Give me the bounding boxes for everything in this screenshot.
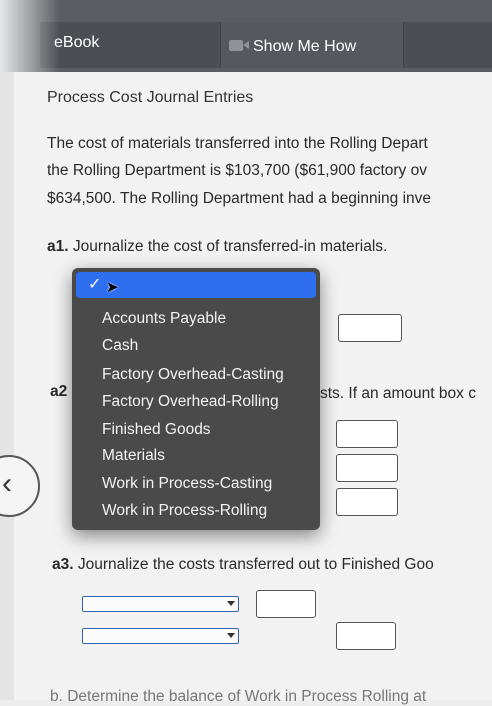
screen-glare [0,0,60,72]
menu-item-selected-blank[interactable]: ✓ ➤ [76,272,316,298]
question-a1: a1. Journalize the cost of transferred-i… [47,238,387,256]
problem-text-line-3: $634,500. The Rolling Department had a b… [47,190,432,207]
chevron-left-icon[interactable]: ‹ [2,467,12,501]
a1-amount-box[interactable] [338,314,402,342]
question-a2-text: sts. If an amount box c [320,385,476,402]
a2-amount-box-3[interactable] [336,488,398,516]
ebook-label[interactable]: eBook [54,34,99,52]
problem-text-line-2: the Rolling Department is $103,700 ($61,… [47,162,427,179]
menu-item-factory-overhead-rolling[interactable]: Factory Overhead-Rolling [102,393,279,411]
menu-item-wip-casting[interactable]: Work in Process-Casting [102,475,272,493]
mouse-pointer-icon: ➤ [106,279,119,296]
video-icon [229,40,249,51]
question-a1-number: a1. [47,238,69,255]
menu-item-accounts-payable[interactable]: Accounts Payable [102,310,226,328]
account-dropdown-menu[interactable]: ✓ ➤ Accounts Payable Cash Factory Overhe… [72,268,320,530]
left-rail [0,72,14,700]
question-b-text: b. Determine the balance of Work in Proc… [50,688,427,705]
chevron-down-icon [227,633,235,638]
a2-amount-box-1[interactable] [336,420,398,448]
menu-item-cash[interactable]: Cash [102,337,138,355]
a3-amount-box-2[interactable] [336,622,396,650]
page-title: Process Cost Journal Entries [47,89,254,106]
a3-account-dropdown-2[interactable] [82,628,239,644]
a3-amount-box-1[interactable] [256,590,316,618]
menu-item-factory-overhead-casting[interactable]: Factory Overhead-Casting [102,366,284,384]
problem-text-line-1: The cost of materials transferred into t… [47,135,428,152]
checkmark-icon: ✓ [88,276,102,293]
question-a1-text: Journalize the cost of transferred-in ma… [72,238,388,255]
menu-item-materials[interactable]: Materials [102,447,165,465]
a2-amount-box-2[interactable] [336,454,398,482]
toolbar-blank-tab [404,22,492,68]
question-a3-text: Journalize the costs transferred out to … [77,556,434,573]
a3-account-dropdown-1[interactable] [82,596,239,612]
show-me-how-label[interactable]: Show Me How [253,38,356,56]
menu-item-wip-rolling[interactable]: Work in Process-Rolling [102,502,267,520]
chevron-down-icon [227,601,235,606]
menu-item-finished-goods[interactable]: Finished Goods [102,421,211,439]
question-a3-number: a3. [52,556,74,573]
question-a3: a3. Journalize the costs transferred out… [52,556,434,574]
question-a2-number: a2 [50,383,68,400]
